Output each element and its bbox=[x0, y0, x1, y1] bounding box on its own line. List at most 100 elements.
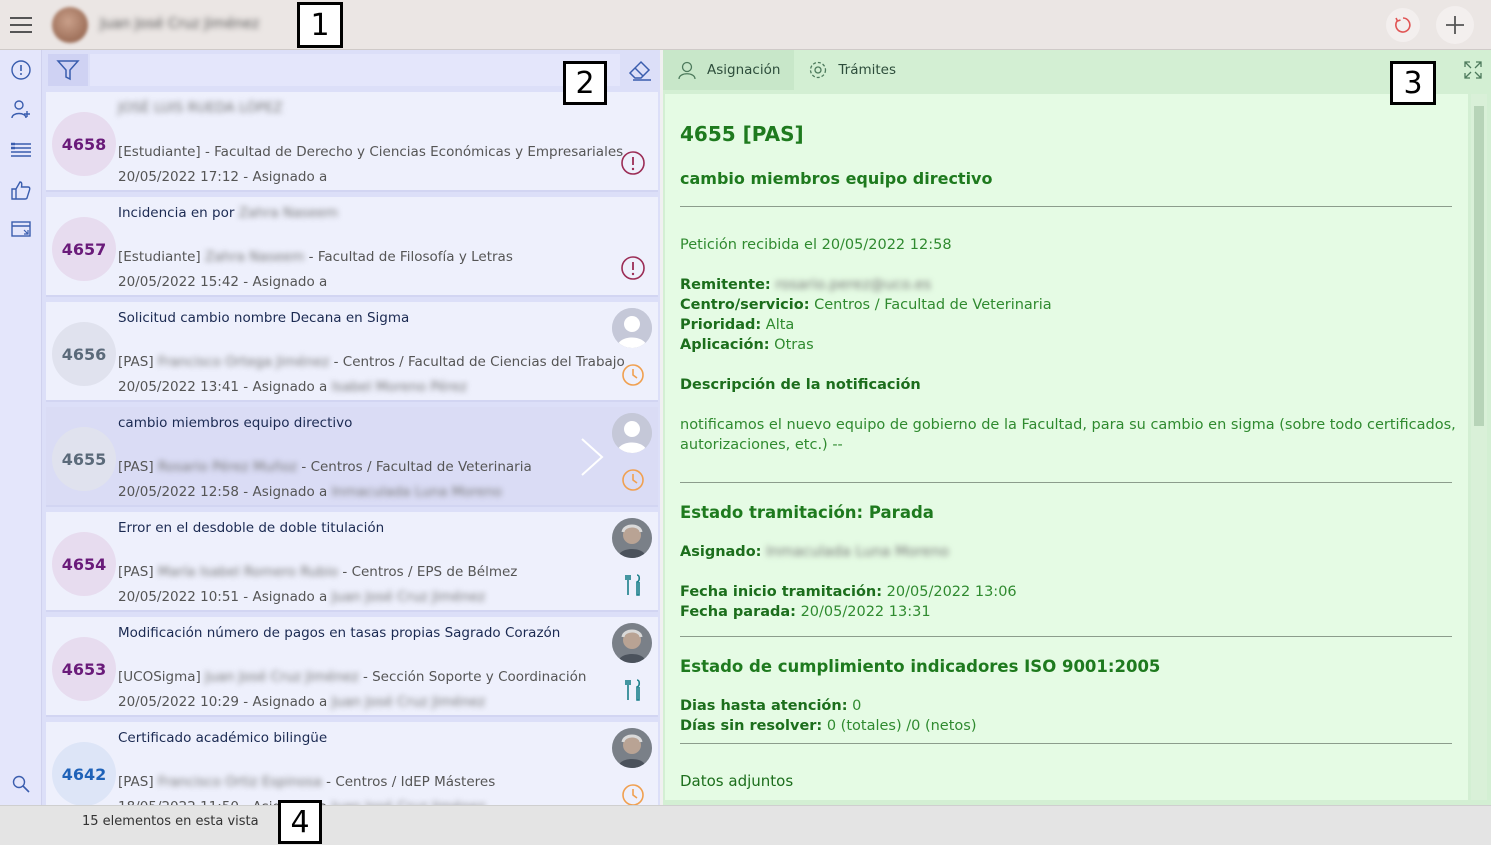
search-icon[interactable] bbox=[9, 772, 33, 796]
add-user-icon[interactable] bbox=[9, 97, 33, 121]
list-view-icon[interactable] bbox=[9, 138, 33, 162]
clock-icon bbox=[620, 467, 646, 493]
clear-filter-button[interactable] bbox=[624, 54, 656, 86]
assignee-avatar bbox=[612, 308, 652, 348]
tools-icon bbox=[620, 677, 646, 703]
assignee-avatar bbox=[612, 728, 652, 768]
marker-1: 1 bbox=[297, 2, 343, 48]
centro-value: Centros / Facultad de Veterinaria bbox=[809, 297, 1052, 313]
item-center: - Centros / IdEP Másteres bbox=[321, 774, 496, 790]
description-heading: Descripción de la notificación bbox=[680, 377, 921, 393]
incident-number-badge: 4656 bbox=[52, 322, 116, 386]
item-requester-name: Juan José Cruz Jiménez bbox=[205, 669, 359, 685]
alert-icon bbox=[620, 255, 646, 281]
refresh-button[interactable] bbox=[1386, 8, 1420, 42]
marker-3: 3 bbox=[1390, 61, 1436, 105]
list-item[interactable]: 4654 Error en el desdoble de doble titula… bbox=[46, 512, 658, 612]
item-count-text: 15 elementos en esta vista bbox=[82, 814, 259, 829]
item-requester-line: [PAS] María Isabel Romero Rubio - Centro… bbox=[118, 564, 517, 580]
item-requester-name: Francisco Ortega Jiménez bbox=[157, 354, 330, 370]
filter-icon bbox=[56, 60, 80, 81]
item-requester-line: [UCOSigma] Juan José Cruz Jiménez - Secc… bbox=[118, 669, 586, 685]
add-button[interactable] bbox=[1436, 6, 1474, 44]
item-role: [PAS] bbox=[118, 354, 154, 370]
incident-number-badge: 4653 bbox=[52, 637, 116, 701]
tab-asignacion[interactable]: Asignación bbox=[663, 50, 795, 90]
chevron-right-icon bbox=[581, 438, 604, 476]
thumbs-up-icon[interactable] bbox=[9, 178, 33, 202]
list-item[interactable]: 4655 cambio miembros equipo directivo [PAS… bbox=[46, 407, 658, 507]
incident-number-badge: 4642 bbox=[52, 742, 116, 805]
item-requester-line: [Estudiante] - Facultad de Derecho y Cie… bbox=[118, 144, 623, 160]
inicio-row: Fecha inicio tramitación: 20/05/2022 13:… bbox=[680, 584, 1017, 600]
estado-heading: Estado tramitación: Parada bbox=[680, 503, 934, 522]
divider bbox=[680, 482, 1452, 483]
divider bbox=[680, 743, 1452, 744]
iso-heading: Estado de cumplimiento indicadores ISO 9… bbox=[680, 657, 1161, 676]
item-date: 20/05/2022 10:51 - Asignado a bbox=[118, 589, 328, 605]
tab-tramites[interactable]: Trámites bbox=[794, 50, 910, 90]
prioridad-label: Prioridad: bbox=[680, 317, 762, 333]
user-name: Juan José Cruz Jiménez bbox=[100, 16, 260, 32]
expand-icon[interactable] bbox=[1463, 60, 1485, 80]
incident-number-badge: 4654 bbox=[52, 532, 116, 596]
item-title: Modificación número de pagos en tasas pr… bbox=[118, 625, 560, 641]
dias-sin-resolver-value: 0 (totales) /0 (netos) bbox=[822, 718, 977, 734]
item-title: JOSÉ LUIS RUEDA LÓPEZ bbox=[118, 100, 283, 116]
assignee-photo bbox=[612, 623, 652, 663]
item-requester-line: [PAS] Rosario Pérez Muñoz - Centros / Fa… bbox=[118, 459, 532, 475]
item-assignee: Inmaculada Luna Moreno bbox=[331, 484, 502, 500]
incident-detail-card: 4655 [PAS] cambio miembros equipo direct… bbox=[665, 94, 1468, 800]
item-requester-name: Francisco Ortiz Espinosa bbox=[157, 774, 322, 790]
dias-atencion-value: 0 bbox=[847, 698, 862, 714]
dias-sin-resolver-row: Días sin resolver: 0 (totales) /0 (netos… bbox=[680, 718, 977, 734]
item-date: 20/05/2022 13:41 - Asignado a bbox=[118, 379, 328, 395]
incident-list-pane: 4658 JOSÉ LUIS RUEDA LÓPEZ [Estudiante] - … bbox=[42, 50, 660, 805]
item-center: - Sección Soporte y Coordinación bbox=[358, 669, 587, 685]
parada-value: 20/05/2022 13:31 bbox=[795, 604, 931, 620]
parada-row: Fecha parada: 20/05/2022 13:31 bbox=[680, 604, 931, 620]
list-item[interactable]: 4658 JOSÉ LUIS RUEDA LÓPEZ [Estudiante] - … bbox=[46, 92, 658, 192]
list-item[interactable]: 4653 Modificación número de pagos en tasa… bbox=[46, 617, 658, 717]
tools-icon bbox=[620, 572, 646, 598]
list-item[interactable]: 4657 Incidencia en por Zahra Naseem [Estud… bbox=[46, 197, 658, 297]
item-title-text: Error en el desdoble de doble titulación bbox=[118, 520, 385, 536]
window-export-icon[interactable] bbox=[9, 217, 33, 241]
item-requester-name: María Isabel Romero Rubio bbox=[157, 564, 339, 580]
list-item[interactable]: 4656 Solicitud cambio nombre Decana en Si… bbox=[46, 302, 658, 402]
filter-button[interactable] bbox=[48, 54, 88, 86]
alert-icon bbox=[620, 150, 646, 176]
item-requester-line: [Estudiante] Zahra Naseem - Facultad de … bbox=[118, 249, 513, 265]
filter-input[interactable] bbox=[90, 54, 620, 86]
dias-atencion-row: Dias hasta atención: 0 bbox=[680, 698, 861, 714]
scrollbar-thumb[interactable] bbox=[1474, 106, 1484, 426]
detail-scrollbar[interactable] bbox=[1471, 94, 1487, 800]
detail-subject: cambio miembros equipo directivo bbox=[680, 169, 993, 188]
asignado-label: Asignado: bbox=[680, 544, 762, 560]
prioridad-value: Alta bbox=[761, 317, 795, 333]
item-assignee: Juan José Cruz Jiménez bbox=[331, 589, 486, 605]
detail-pane: Asignación Trámites 4655 [PAS] cambio mi… bbox=[660, 50, 1491, 805]
received-text: Petición recibida el 20/05/2022 12:58 bbox=[680, 237, 952, 253]
incident-number-badge: 4657 bbox=[52, 217, 116, 281]
item-title: Error en el desdoble de doble titulación bbox=[118, 520, 384, 536]
item-center: - Centros / Facultad de Ciencias del Tra… bbox=[329, 354, 625, 370]
prioridad-row: Prioridad: Alta bbox=[680, 317, 794, 333]
item-center: - Centros / Facultad de Veterinaria bbox=[297, 459, 532, 475]
app-window: Juan José Cruz Jiménez 4658 JOSÉ LUIS RU… bbox=[0, 0, 1491, 845]
item-title: Incidencia en por Zahra Naseem bbox=[118, 205, 338, 221]
centro-row: Centro/servicio: Centros / Facultad de V… bbox=[680, 297, 1052, 313]
user-avatar[interactable] bbox=[52, 7, 88, 43]
dias-sin-resolver-label: Días sin resolver: bbox=[680, 718, 823, 734]
hamburger-menu-icon[interactable] bbox=[9, 14, 33, 36]
alert-icon[interactable] bbox=[9, 58, 33, 82]
centro-label: Centro/servicio: bbox=[680, 297, 810, 313]
list-item[interactable]: 4642 Certificado académico bilingüe [PAS] … bbox=[46, 722, 658, 805]
inicio-value: 20/05/2022 13:06 bbox=[882, 584, 1017, 600]
incident-number-badge: 4655 bbox=[52, 427, 116, 491]
item-center: Facultad de Derecho y Ciencias Económica… bbox=[209, 144, 624, 160]
item-date-line: 20/05/2022 15:42 - Asignado a bbox=[118, 274, 327, 290]
default-avatar-icon bbox=[612, 308, 652, 348]
item-title-requester: Zahra Naseem bbox=[238, 205, 339, 221]
item-title: Certificado académico bilingüe bbox=[118, 730, 327, 746]
